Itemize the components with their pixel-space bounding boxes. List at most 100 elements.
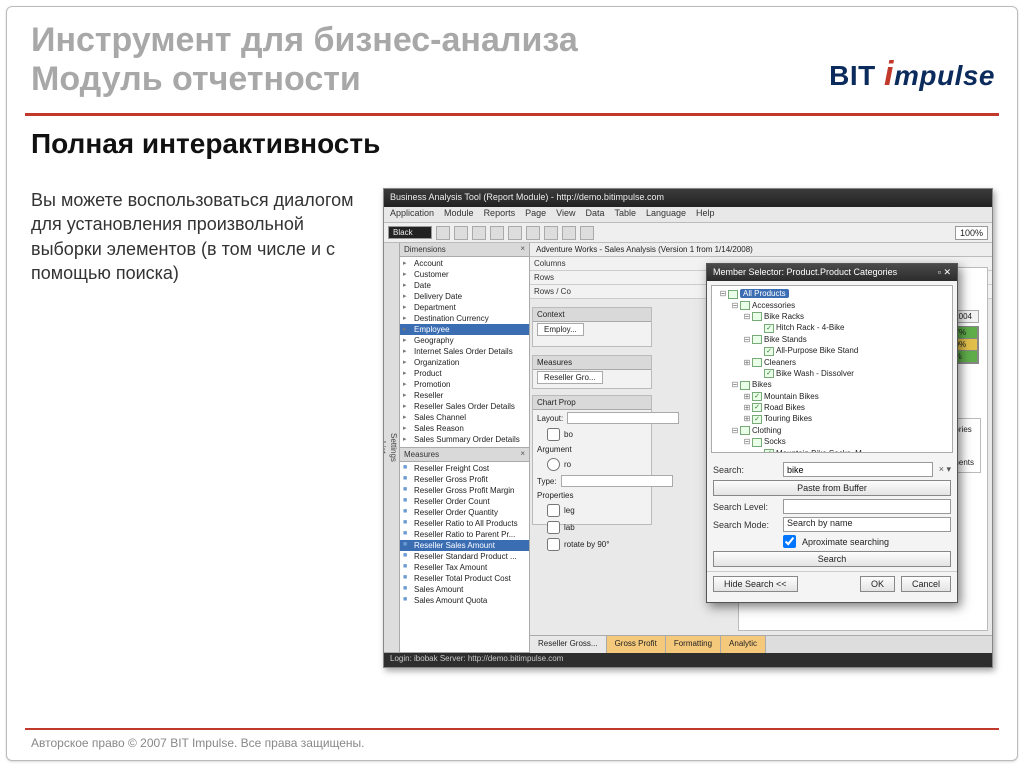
dimensions-list[interactable]: AccountCustomerDateDelivery DateDepartme… (400, 257, 529, 448)
tree-item[interactable]: ⊟Socks (714, 436, 950, 447)
tree-item[interactable]: ✓Bike Wash - Dissolver (714, 368, 950, 379)
leg-checkbox[interactable] (547, 504, 560, 517)
dimension-item[interactable]: Department (400, 302, 529, 313)
clear-icon[interactable]: × ▾ (939, 464, 951, 475)
tree-item[interactable]: ⊟Bikes (714, 379, 950, 390)
menu-item[interactable]: Page (525, 208, 546, 218)
menu-item[interactable]: Language (646, 208, 686, 218)
dimension-item[interactable]: Destination Currency (400, 313, 529, 324)
tree-item[interactable]: ⊞✓Mountain Bikes (714, 391, 950, 402)
member-tree[interactable]: ⊟All Products⊟Accessories⊟Bike Racks✓Hit… (711, 285, 953, 453)
measure-item[interactable]: Reseller Standard Product ... (400, 551, 529, 562)
close-icon[interactable]: ▫ ✕ (938, 267, 951, 278)
dimension-item[interactable]: Date (400, 280, 529, 291)
tree-item[interactable]: ⊟Clothing (714, 425, 950, 436)
measure-item[interactable]: Reseller Freight Cost (400, 463, 529, 474)
search-button[interactable]: Search (713, 551, 951, 567)
bottom-tab[interactable]: Analytic (721, 636, 766, 653)
cancel-button[interactable]: Cancel (901, 576, 951, 592)
measure-item[interactable]: Reseller Sales Amount (400, 540, 529, 551)
measure-item[interactable]: Reseller Total Product Cost (400, 573, 529, 584)
zoom-value[interactable]: 100% (955, 226, 988, 240)
toolbar-icon[interactable] (436, 226, 450, 240)
approx-checkbox[interactable] (783, 535, 796, 548)
dimension-item[interactable]: Product (400, 368, 529, 379)
close-icon[interactable]: × (520, 244, 525, 253)
bottom-tabs[interactable]: Reseller Gross...Gross ProfitFormattingA… (530, 635, 992, 653)
report-tab[interactable]: Adventure Works - Sales Analysis (Versio… (530, 243, 992, 257)
toolbar-icon[interactable] (580, 226, 594, 240)
search-input[interactable] (783, 462, 933, 477)
bottom-tab[interactable]: Gross Profit (607, 636, 666, 653)
dimension-item[interactable]: Promotion (400, 379, 529, 390)
measure-item[interactable]: Reseller Order Quantity (400, 507, 529, 518)
toolbar-icon[interactable] (454, 226, 468, 240)
menu-item[interactable]: Table (614, 208, 636, 218)
dimension-item[interactable]: Reseller Sales Order Details (400, 401, 529, 412)
dimension-item[interactable]: Employee (400, 324, 529, 335)
paste-button[interactable]: Paste from Buffer (713, 480, 951, 496)
search-mode-select[interactable]: Search by name (783, 517, 951, 532)
measure-item[interactable]: Sales Amount Quota (400, 595, 529, 606)
toolbar-icon[interactable] (508, 226, 522, 240)
tree-item[interactable]: ✓All-Purpose Bike Stand (714, 345, 950, 356)
app-menubar[interactable]: Application Module Reports Page View Data Tabl… (384, 207, 992, 223)
bottom-tab[interactable]: Reseller Gross... (530, 636, 607, 653)
rotate-checkbox[interactable] (547, 538, 560, 551)
tree-item[interactable]: ⊟Bike Stands (714, 334, 950, 345)
tree-item[interactable]: ⊟Bike Racks (714, 311, 950, 322)
toolbar-icon[interactable] (490, 226, 504, 240)
side-tab[interactable]: List (383, 243, 388, 653)
tree-item[interactable]: ✓Hitch Rack - 4-Bike (714, 322, 950, 333)
dimension-item[interactable]: Sales Summary Order Details (400, 434, 529, 445)
bottom-tab[interactable]: Formatting (666, 636, 721, 653)
app-toolbar[interactable]: Black 100% (384, 223, 992, 243)
type-input[interactable] (561, 475, 673, 487)
dimension-item[interactable]: Internet Sales Order Details (400, 346, 529, 357)
dimension-item[interactable]: Customer (400, 269, 529, 280)
menu-item[interactable]: View (556, 208, 575, 218)
theme-select[interactable]: Black (388, 226, 432, 239)
measures-list[interactable]: Reseller Freight CostReseller Gross Prof… (400, 462, 529, 653)
tree-item[interactable]: ⊟Accessories (714, 300, 950, 311)
menu-item[interactable]: Reports (484, 208, 516, 218)
dimension-item[interactable]: Sales Reason (400, 423, 529, 434)
ro-radio[interactable] (547, 458, 560, 471)
tree-item[interactable]: ⊞✓Touring Bikes (714, 413, 950, 424)
toolbar-icon[interactable] (526, 226, 540, 240)
lab-checkbox[interactable] (547, 521, 560, 534)
close-icon[interactable]: × (520, 449, 525, 458)
measure-item[interactable]: Reseller Ratio to All Products (400, 518, 529, 529)
measure-item[interactable]: Sales Amount (400, 584, 529, 595)
side-tabs[interactable]: SettingsListReports (384, 243, 400, 653)
tree-item[interactable]: ✓Mountain Bike Socks, M (714, 448, 950, 454)
measure-item[interactable]: Reseller Tax Amount (400, 562, 529, 573)
menu-item[interactable]: Help (696, 208, 715, 218)
side-tab[interactable]: Settings (388, 243, 399, 653)
tree-item[interactable]: ⊞✓Road Bikes (714, 402, 950, 413)
dimension-item[interactable]: Sales Channel (400, 412, 529, 423)
hide-search-button[interactable]: Hide Search << (713, 576, 798, 592)
tree-item[interactable]: ⊟All Products (714, 288, 950, 299)
context-chip[interactable]: Employ... (537, 323, 584, 336)
measure-item[interactable]: Reseller Gross Profit Margin (400, 485, 529, 496)
menu-item[interactable]: Data (585, 208, 604, 218)
dimension-item[interactable]: Reseller (400, 390, 529, 401)
search-level-select[interactable] (783, 499, 951, 514)
measure-item[interactable]: Reseller Gross Profit (400, 474, 529, 485)
dimension-item[interactable]: Delivery Date (400, 291, 529, 302)
menu-item[interactable]: Application (390, 208, 434, 218)
bo-checkbox[interactable] (547, 428, 560, 441)
toolbar-icon[interactable] (472, 226, 486, 240)
dimension-item[interactable]: Account (400, 258, 529, 269)
toolbar-icon[interactable] (544, 226, 558, 240)
menu-item[interactable]: Module (444, 208, 474, 218)
tree-item[interactable]: ⊞Cleaners (714, 357, 950, 368)
measure-item[interactable]: Reseller Ratio to Parent Pr... (400, 529, 529, 540)
measure-item[interactable]: Reseller Order Count (400, 496, 529, 507)
measure-chip[interactable]: Reseller Gro... (537, 371, 603, 384)
toolbar-icon[interactable] (562, 226, 576, 240)
layout-input[interactable] (567, 412, 679, 424)
dimension-item[interactable]: Organization (400, 357, 529, 368)
ok-button[interactable]: OK (860, 576, 895, 592)
